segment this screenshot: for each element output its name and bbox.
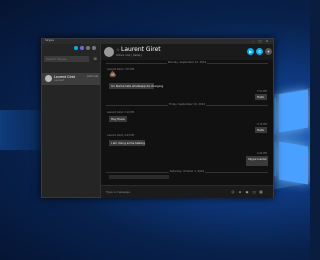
message-meta: 7:51 PM	[257, 90, 267, 93]
conversation-time: Just now	[87, 75, 98, 78]
date-separator: Monday, September 12, 2016	[101, 61, 273, 65]
message-bubble	[109, 175, 169, 179]
message-bubble: I am doing some testing	[109, 140, 145, 146]
image-icon[interactable]: ▣	[245, 190, 249, 194]
chat-pane: ☆ Laurent Giret Active now | Gallery ▶ ✆…	[101, 44, 273, 198]
message-meta: Laurent Giret, 3:10 PM	[107, 111, 134, 114]
desktop: Skype – □ × ⊞ Laurent Giret Laurent Just…	[0, 0, 310, 260]
video-call-icon[interactable]: ▶	[247, 48, 254, 55]
date-separator: Friday, September 16, 2016	[101, 103, 273, 107]
message-bubble: Hey there	[109, 116, 127, 122]
message-bubble: Hello	[255, 94, 267, 100]
search-input[interactable]	[44, 56, 89, 62]
contact-avatar[interactable]	[104, 47, 114, 57]
chat-header: ☆ Laurent Giret Active now | Gallery ▶ ✆…	[101, 44, 273, 60]
contact-card-icon[interactable]: ◫	[252, 190, 256, 194]
message-composer[interactable]: Type a message ☺ ⊕ ▣ ◫ ➤	[101, 185, 273, 198]
contact-name[interactable]: Laurent Giret	[121, 46, 161, 53]
attach-icon[interactable]: ⊕	[238, 190, 242, 194]
add-people-icon[interactable]: +	[265, 48, 272, 55]
compose-icon[interactable]	[86, 46, 90, 50]
message-bubble: Skype Insider	[246, 156, 268, 166]
sidebar: ⊞ Laurent Giret Laurent Just now	[42, 44, 101, 197]
send-icon[interactable]: ➤	[259, 190, 263, 194]
sidebar-toolbar	[42, 44, 100, 53]
favorite-icon[interactable]: ☆	[116, 47, 120, 52]
message-bubble: Un blame liste whatsapp de charging	[109, 83, 164, 89]
emoji-icon[interactable]: ☺	[231, 190, 235, 194]
profile-icon[interactable]	[74, 46, 78, 50]
avatar	[45, 75, 52, 82]
filter-icon[interactable]: ⊞	[92, 56, 98, 62]
message-input[interactable]: Type a message	[106, 190, 130, 194]
message-meta: Laurent Giret, 4:03 PM	[107, 134, 134, 137]
add-contact-icon[interactable]	[80, 46, 84, 50]
audio-call-icon[interactable]: ✆	[256, 48, 263, 55]
contact-status: Active now | Gallery	[116, 54, 142, 57]
message-meta: 4:04 PM	[257, 152, 267, 155]
skype-window: Skype – □ × ⊞ Laurent Giret Laurent Just…	[41, 38, 274, 198]
poop-emoji: 💩	[109, 71, 117, 78]
more-icon[interactable]	[92, 46, 96, 50]
conversation-item[interactable]: Laurent Giret Laurent Just now	[42, 73, 100, 85]
message-meta: 3:12 PM	[257, 123, 267, 126]
message-bubble: Hello	[255, 127, 267, 133]
date-separator: Saturday, October 1, 2016	[101, 170, 273, 174]
window-title: Skype	[45, 38, 55, 42]
conversation-preview: Laurent	[54, 79, 64, 82]
